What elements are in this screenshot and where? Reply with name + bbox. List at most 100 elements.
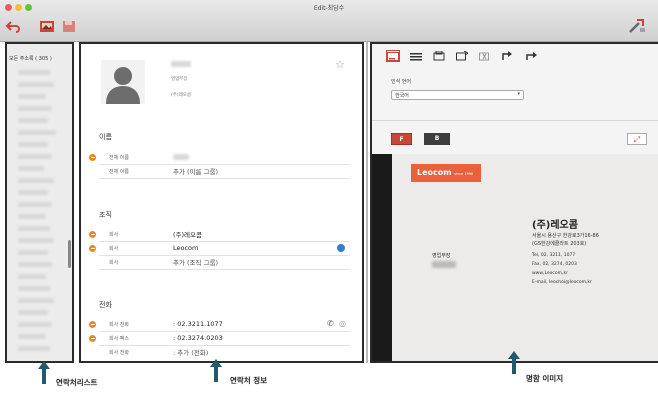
rotate-left-button[interactable] bbox=[501, 50, 515, 62]
settings-tool-button[interactable] bbox=[626, 18, 648, 34]
field-label: 회사 전화 bbox=[109, 321, 129, 328]
divider bbox=[99, 269, 350, 270]
card-delete-icon bbox=[479, 52, 489, 61]
list-item[interactable] bbox=[18, 94, 46, 99]
delete-card-button[interactable] bbox=[478, 50, 492, 62]
list-item[interactable] bbox=[18, 226, 50, 231]
avatar[interactable] bbox=[101, 60, 145, 104]
section-title-org: 조직 bbox=[99, 211, 112, 219]
org-row: 회사 (주)레오콤 bbox=[81, 228, 362, 240]
card-brand: Leocom bbox=[417, 168, 452, 177]
favorite-star-icon[interactable]: ☆ bbox=[335, 58, 345, 71]
back-side-button[interactable]: B bbox=[424, 133, 450, 145]
card-fax: Fax, 02, 3274, 0203 bbox=[532, 262, 577, 267]
list-item[interactable] bbox=[18, 334, 46, 339]
rotate-right-button[interactable] bbox=[524, 50, 538, 62]
list-item[interactable] bbox=[18, 298, 54, 303]
save-button[interactable] bbox=[60, 18, 78, 34]
list-item[interactable] bbox=[18, 238, 54, 243]
message-icon[interactable]: ◎ bbox=[339, 319, 346, 328]
rotate-left-icon bbox=[502, 51, 512, 60]
list-item[interactable] bbox=[18, 166, 44, 171]
card-icon bbox=[387, 51, 399, 61]
list-item[interactable] bbox=[18, 178, 54, 183]
contact-company: (주)레오콤 bbox=[171, 93, 192, 98]
field-label: 회사 bbox=[109, 231, 119, 238]
card-image-pane: 인식 언어 한국어 ▾ F B ⤢ Leocom since 1998 (주)레… bbox=[370, 42, 658, 363]
contact-list-header: 모든 주소록 ( 305 ) bbox=[9, 56, 52, 62]
section-title-phone: 전화 bbox=[99, 301, 112, 309]
remove-field-icon[interactable] bbox=[89, 244, 96, 252]
card-company: (주)레오콤 bbox=[532, 220, 578, 231]
list-item[interactable] bbox=[18, 322, 52, 327]
contact-position: 영업부장 bbox=[171, 77, 188, 82]
list-item[interactable] bbox=[18, 262, 52, 267]
list-item[interactable] bbox=[18, 154, 52, 159]
list-scrollbar[interactable] bbox=[68, 240, 71, 268]
org-row: 회사 Leocom bbox=[81, 242, 362, 254]
field-value[interactable]: Leocom bbox=[173, 244, 198, 252]
person-icon bbox=[106, 67, 140, 104]
list-item[interactable] bbox=[18, 106, 52, 111]
card-email: E-mail, leochoi@leocom,kr bbox=[532, 280, 592, 285]
contact-list-pane: 모든 주소록 ( 305 ) bbox=[5, 42, 74, 363]
card-view-button[interactable] bbox=[386, 50, 400, 62]
card-name bbox=[432, 261, 456, 268]
card-rotate-icon bbox=[456, 51, 468, 61]
field-value[interactable]: 추가 (조직 그룹) bbox=[173, 257, 218, 267]
expand-icon: ⤢ bbox=[633, 135, 641, 144]
list-item[interactable] bbox=[18, 274, 46, 279]
card-toolbar bbox=[386, 50, 538, 62]
field-value[interactable]: : 02.3274.0203 bbox=[173, 334, 223, 342]
field-value[interactable]: (주)레오콤 bbox=[173, 229, 202, 239]
annotation-arrow bbox=[210, 359, 222, 382]
card-tel: Tel, 02, 3211, 1077 bbox=[532, 253, 576, 258]
list-item[interactable] bbox=[18, 70, 50, 75]
undo-button[interactable] bbox=[4, 18, 22, 34]
selected-language: 한국어 bbox=[395, 93, 409, 99]
expand-button[interactable]: ⤢ bbox=[627, 133, 647, 145]
recognition-language-select[interactable]: 한국어 ▾ bbox=[391, 90, 524, 100]
divider bbox=[99, 178, 350, 179]
list-item[interactable] bbox=[18, 130, 56, 135]
list-item[interactable] bbox=[18, 346, 50, 351]
pane-splitter[interactable] bbox=[366, 42, 368, 363]
field-value[interactable]: 추가 (이름 그룹) bbox=[173, 166, 218, 176]
annotation-arrow bbox=[38, 361, 50, 384]
undo-icon bbox=[5, 20, 20, 33]
info-icon[interactable] bbox=[337, 244, 345, 252]
field-label: 전체 이름 bbox=[109, 168, 129, 175]
card-web: www,Leocom,kr bbox=[532, 271, 568, 276]
field-value[interactable]: : 추가 (전화) bbox=[173, 347, 208, 357]
field-value[interactable] bbox=[173, 154, 189, 160]
remove-field-icon[interactable] bbox=[89, 334, 96, 342]
field-value[interactable]: : 02.3211.1077 bbox=[173, 320, 223, 328]
card-title: 영업부장 bbox=[432, 253, 451, 259]
list-view-button[interactable] bbox=[409, 50, 423, 62]
card-since: since 1998 bbox=[454, 172, 474, 176]
scanner-icon bbox=[433, 51, 445, 61]
remove-field-icon[interactable] bbox=[89, 153, 96, 161]
list-item[interactable] bbox=[18, 202, 52, 207]
list-item[interactable] bbox=[18, 118, 48, 123]
list-item[interactable] bbox=[18, 250, 48, 255]
list-item[interactable] bbox=[18, 82, 54, 87]
name-add-row: 전체 이름 추가 (이름 그룹) bbox=[81, 165, 362, 177]
front-side-button[interactable]: F bbox=[391, 133, 412, 145]
list-item[interactable] bbox=[18, 190, 48, 195]
list-item[interactable] bbox=[18, 310, 48, 315]
field-label: 회사 bbox=[109, 245, 119, 252]
scan-button[interactable] bbox=[432, 50, 446, 62]
remove-field-icon[interactable] bbox=[89, 320, 96, 328]
list-item[interactable] bbox=[18, 142, 48, 147]
remove-field-icon[interactable] bbox=[89, 230, 96, 238]
field-label: 전체 이름 bbox=[109, 154, 129, 161]
phone-icon[interactable]: ✆ bbox=[327, 319, 334, 328]
window-title: Edit-최담수 bbox=[313, 5, 345, 12]
card-brand-banner: Leocom since 1998 bbox=[411, 164, 481, 182]
front-side-label: F bbox=[399, 136, 404, 143]
list-item[interactable] bbox=[18, 214, 46, 219]
rotate-card-button[interactable] bbox=[455, 50, 469, 62]
list-item[interactable] bbox=[18, 286, 50, 291]
image-button[interactable] bbox=[38, 18, 56, 34]
